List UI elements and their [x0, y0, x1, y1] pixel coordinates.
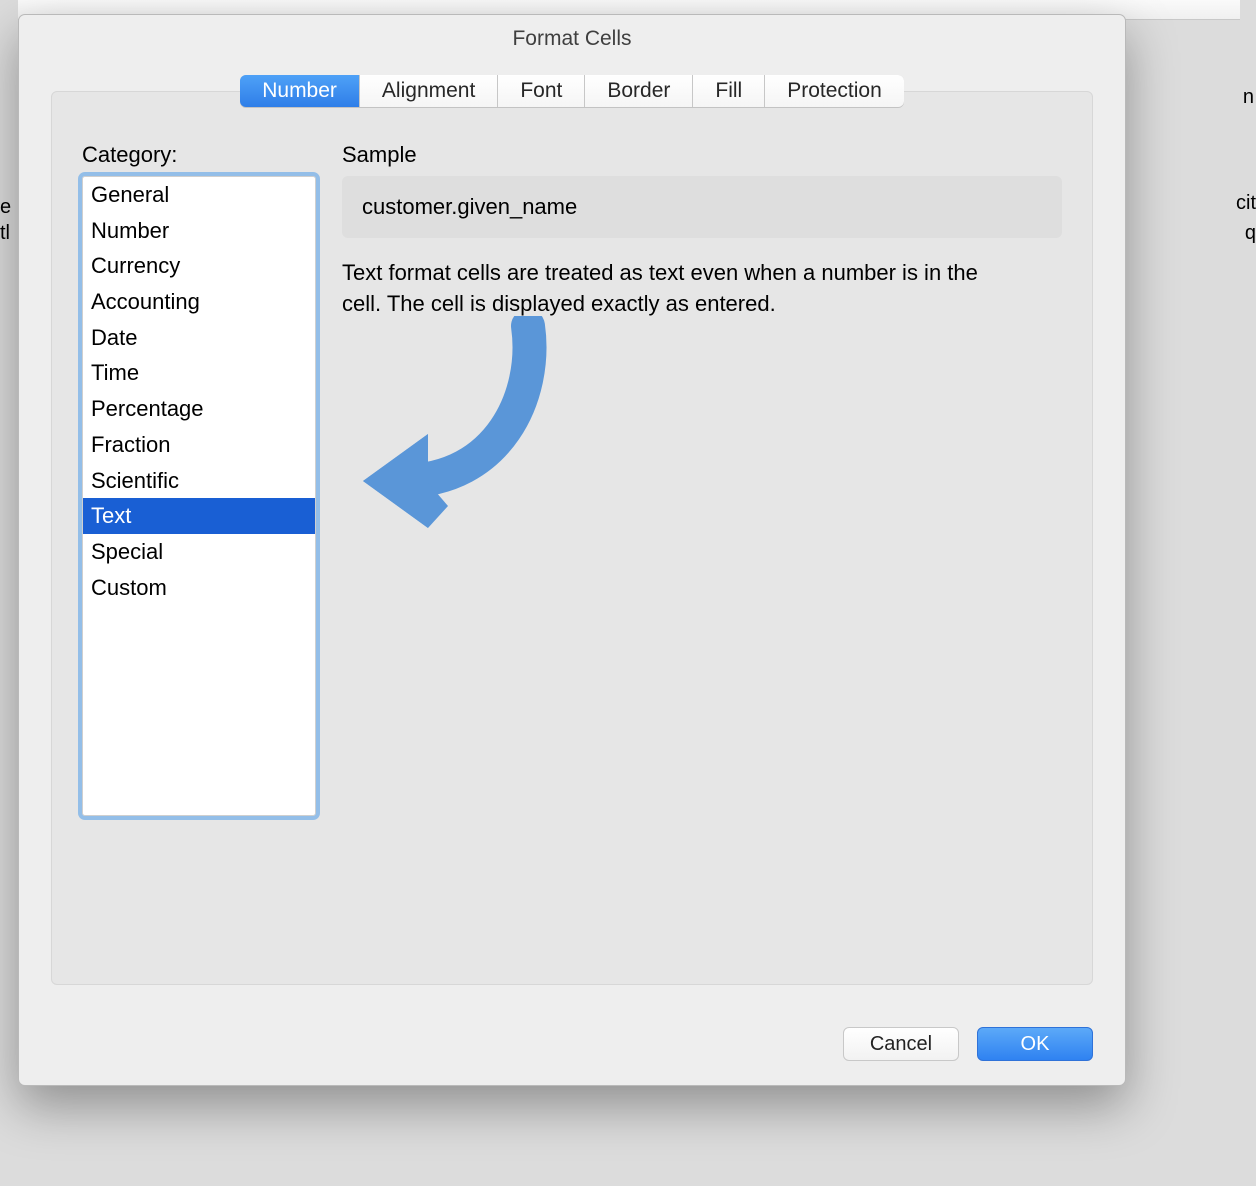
- category-item-currency[interactable]: Currency: [83, 248, 315, 284]
- category-item-text[interactable]: Text: [83, 498, 315, 534]
- background-text-fragment: q: [1245, 222, 1256, 245]
- category-listbox[interactable]: GeneralNumberCurrencyAccountingDateTimeP…: [82, 176, 316, 816]
- format-description-text: Text format cells are treated as text ev…: [342, 258, 1022, 320]
- ok-button[interactable]: OK: [977, 1027, 1093, 1061]
- category-label: Category:: [82, 142, 316, 168]
- background-text-fragment: tl: [0, 222, 10, 245]
- dialog-title: Format Cells: [19, 15, 1125, 65]
- category-item-time[interactable]: Time: [83, 355, 315, 391]
- tab-alignment[interactable]: Alignment: [360, 75, 498, 107]
- sample-label: Sample: [342, 142, 1062, 168]
- category-item-general[interactable]: General: [83, 177, 315, 213]
- category-item-custom[interactable]: Custom: [83, 570, 315, 606]
- tab-fill[interactable]: Fill: [693, 75, 765, 107]
- number-tab-panel: Category: GeneralNumberCurrencyAccountin…: [51, 91, 1093, 985]
- cancel-button[interactable]: Cancel: [843, 1027, 959, 1061]
- format-cells-dialog: Format Cells NumberAlignmentFontBorderFi…: [18, 14, 1126, 1086]
- category-item-percentage[interactable]: Percentage: [83, 391, 315, 427]
- dialog-button-row: Cancel OK: [843, 1027, 1093, 1061]
- category-item-accounting[interactable]: Accounting: [83, 284, 315, 320]
- background-text-fragment: cit: [1236, 192, 1256, 215]
- sample-value-box: customer.given_name: [342, 176, 1062, 238]
- category-item-number[interactable]: Number: [83, 213, 315, 249]
- annotation-arrow-icon: [348, 316, 578, 546]
- category-item-special[interactable]: Special: [83, 534, 315, 570]
- tab-protection[interactable]: Protection: [765, 75, 904, 107]
- category-item-fraction[interactable]: Fraction: [83, 427, 315, 463]
- background-text-fragment: e: [0, 196, 11, 219]
- background-text-fragment: n: [1243, 86, 1256, 109]
- category-item-date[interactable]: Date: [83, 320, 315, 356]
- tab-bar: NumberAlignmentFontBorderFillProtection: [19, 75, 1125, 107]
- category-item-scientific[interactable]: Scientific: [83, 463, 315, 499]
- tab-font[interactable]: Font: [498, 75, 585, 107]
- tab-border[interactable]: Border: [585, 75, 693, 107]
- tab-number[interactable]: Number: [240, 75, 360, 107]
